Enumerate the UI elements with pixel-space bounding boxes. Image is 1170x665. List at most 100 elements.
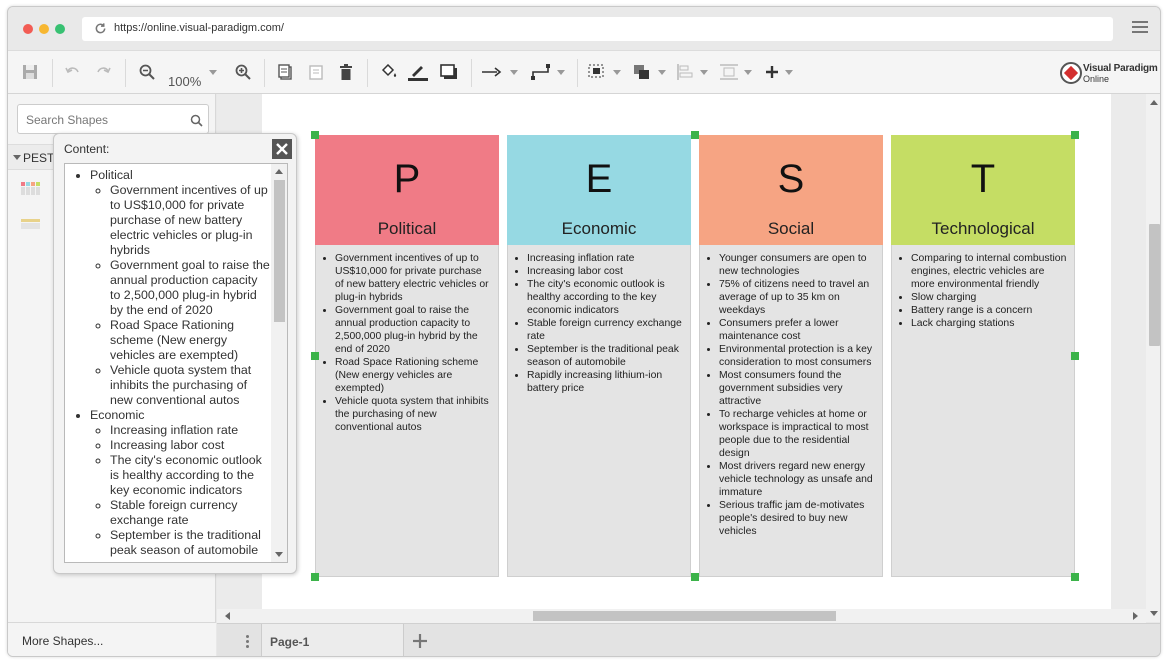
- pest-body[interactable]: Younger consumers are open to new techno…: [699, 245, 883, 577]
- waypoint-style-dropdown-icon[interactable]: [555, 61, 567, 83]
- redo-icon[interactable]: [93, 61, 113, 83]
- pest-item: Slow charging: [911, 291, 1068, 304]
- zoom-dropdown-icon[interactable]: [207, 61, 219, 83]
- zoom-level[interactable]: 100%: [168, 74, 201, 89]
- scroll-left-icon[interactable]: [225, 612, 230, 620]
- select-icon[interactable]: [586, 61, 608, 83]
- scroll-down-icon[interactable]: [1150, 611, 1158, 616]
- undo-icon[interactable]: [63, 61, 83, 83]
- scroll-up-icon[interactable]: [275, 169, 283, 174]
- canvas-area[interactable]: P Political Government incentives of up to…: [217, 94, 1160, 622]
- resize-handle[interactable]: [1071, 131, 1079, 139]
- scroll-right-icon[interactable]: [1133, 612, 1138, 620]
- zoom-out-icon[interactable]: [137, 61, 157, 83]
- scroll-down-icon[interactable]: [275, 552, 283, 557]
- search-box[interactable]: [17, 104, 209, 134]
- pest-row-shape-thumbnail[interactable]: [21, 217, 41, 231]
- more-shapes-button[interactable]: More Shapes...: [8, 622, 216, 656]
- vertical-scrollbar[interactable]: [1146, 94, 1160, 622]
- resize-handle[interactable]: [691, 573, 699, 581]
- pest-body[interactable]: Comparing to internal combustion engines…: [891, 245, 1075, 577]
- pest-item-list: Younger consumers are open to new techno…: [700, 245, 882, 538]
- line-color-icon[interactable]: [407, 61, 429, 83]
- search-input[interactable]: [24, 112, 174, 128]
- pest-item: Most consumers found the government subs…: [719, 369, 876, 408]
- connector-style-dropdown-icon[interactable]: [508, 61, 520, 83]
- vertical-scroll-thumb[interactable]: [1149, 224, 1160, 346]
- add-icon[interactable]: [762, 61, 782, 83]
- resize-handle[interactable]: [1071, 352, 1079, 360]
- align-icon[interactable]: [674, 61, 696, 83]
- browser-menu-icon[interactable]: [1132, 21, 1148, 35]
- pest-letter: T: [970, 157, 996, 201]
- waypoint-style-icon[interactable]: [530, 61, 552, 83]
- page-menu-icon[interactable]: [237, 633, 257, 653]
- pest-item: Younger consumers are open to new techno…: [719, 252, 876, 278]
- copy-icon[interactable]: [275, 61, 295, 83]
- pest-body[interactable]: Increasing inflation rateIncreasing labo…: [507, 245, 691, 577]
- resize-handle[interactable]: [311, 352, 319, 360]
- paste-icon[interactable]: [306, 61, 326, 83]
- page-tab[interactable]: Page-1: [261, 624, 404, 656]
- resize-handle[interactable]: [691, 131, 699, 139]
- outline-section: EconomicIncreasing inflation rateIncreas…: [90, 408, 271, 558]
- minimize-window-button[interactable]: [39, 24, 49, 34]
- close-window-button[interactable]: [23, 24, 33, 34]
- close-popup-button[interactable]: [272, 139, 292, 159]
- collapse-arrow-icon[interactable]: [13, 155, 21, 160]
- horizontal-scroll-thumb[interactable]: [533, 611, 836, 621]
- content-textarea[interactable]: PoliticalGovernment incentives of up to …: [64, 163, 288, 563]
- maximize-window-button[interactable]: [55, 24, 65, 34]
- connector-style-icon[interactable]: [481, 61, 503, 83]
- arrange-dropdown-icon[interactable]: [656, 61, 668, 83]
- pest-title: Political: [377, 219, 437, 238]
- address-bar[interactable]: https://online.visual-paradigm.com/: [82, 17, 1113, 41]
- search-icon[interactable]: [190, 114, 203, 127]
- scroll-up-icon[interactable]: [1150, 100, 1158, 105]
- outline-item: The city's economic outlook is healthy a…: [110, 453, 271, 498]
- resize-handle[interactable]: [311, 573, 319, 581]
- arrange-icon[interactable]: [631, 61, 653, 83]
- pest-letter: E: [585, 157, 613, 201]
- outline-item: Stable foreign currency exchange rate: [110, 498, 271, 528]
- page-tab-label: Page-1: [270, 635, 310, 649]
- content-scrollbar[interactable]: [271, 164, 287, 562]
- content-scroll-thumb[interactable]: [274, 180, 285, 322]
- resize-handle[interactable]: [311, 131, 319, 139]
- save-icon[interactable]: [20, 61, 40, 83]
- delete-icon[interactable]: [336, 61, 356, 83]
- pest-body[interactable]: Government incentives of up to US$10,000…: [315, 245, 499, 577]
- pest-item: Vehicle quota system that inhibits the p…: [335, 395, 492, 434]
- reload-icon[interactable]: [94, 22, 107, 35]
- pest-title: Economic: [561, 219, 637, 238]
- toolbar-separator: [264, 59, 265, 87]
- content-editor-popup[interactable]: Content: PoliticalGovernment incentives …: [53, 133, 297, 574]
- pest-shape-thumbnail[interactable]: [21, 182, 41, 196]
- horizontal-scrollbar[interactable]: [217, 609, 1146, 623]
- add-page-button[interactable]: [407, 628, 433, 654]
- shadow-icon[interactable]: [438, 61, 460, 83]
- diagram-page[interactable]: P Political Government incentives of up to…: [262, 94, 1111, 612]
- pest-header[interactable]: S Social: [699, 135, 883, 245]
- pest-column-political[interactable]: P Political Government incentives of up to…: [315, 135, 499, 577]
- toolbar-separator: [52, 59, 53, 87]
- pest-item-list: Government incentives of up to US$10,000…: [316, 245, 498, 434]
- pest-header[interactable]: E Economic: [507, 135, 691, 245]
- zoom-in-icon[interactable]: [233, 61, 253, 83]
- distribute-dropdown-icon[interactable]: [742, 61, 754, 83]
- toolbar-separator: [125, 59, 126, 87]
- pest-column-social[interactable]: S Social Younger consumers are open to new…: [699, 135, 883, 577]
- align-dropdown-icon[interactable]: [698, 61, 710, 83]
- pest-header[interactable]: P Political: [315, 135, 499, 245]
- visual-paradigm-logo[interactable]: Visual Paradigm Online: [1058, 59, 1158, 87]
- select-dropdown-icon[interactable]: [611, 61, 623, 83]
- resize-handle[interactable]: [1071, 573, 1079, 581]
- pest-item: Rapidly increasing lithium-ion battery p…: [527, 369, 684, 395]
- distribute-icon[interactable]: [718, 61, 740, 83]
- browser-bar: https://online.visual-paradigm.com/: [8, 7, 1160, 50]
- pest-column-economic[interactable]: E Economic Increasing inflation rateIncrea…: [507, 135, 691, 577]
- fill-color-icon[interactable]: [378, 61, 400, 83]
- pest-header[interactable]: T Technological: [891, 135, 1075, 245]
- pest-column-technological[interactable]: T Technological Comparing to internal comb…: [891, 135, 1075, 577]
- add-dropdown-icon[interactable]: [783, 61, 795, 83]
